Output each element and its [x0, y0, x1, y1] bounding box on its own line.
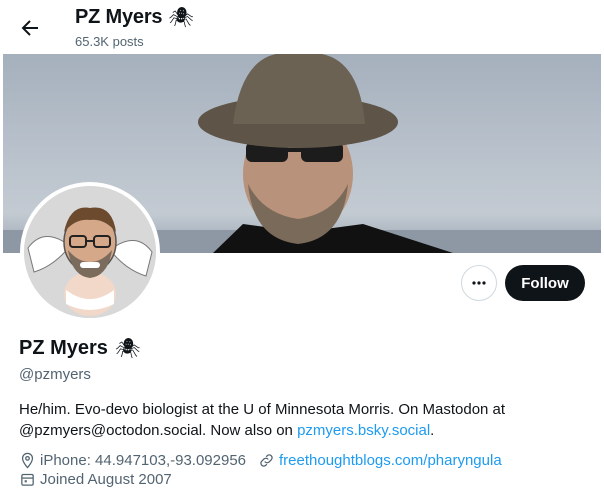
link-icon [260, 454, 273, 467]
profile-meta-joined: Joined August 2007 [19, 471, 172, 488]
spider-icon: 🕷 [168, 6, 194, 29]
more-button[interactable] [461, 265, 497, 301]
header-title: PZ Myers [75, 6, 163, 28]
avatar-image [24, 186, 156, 318]
profile-bio: He/him. Evo-devo biologist at the U of M… [19, 399, 589, 441]
location-item: iPhone: 44.947103,-93.092956 [19, 452, 246, 469]
calendar-icon [21, 473, 34, 486]
back-arrow-icon[interactable] [18, 16, 42, 40]
follow-button[interactable]: Follow [505, 265, 585, 301]
post-count: 65.3K posts [75, 34, 144, 49]
bio-link[interactable]: pzmyers.bsky.social [297, 422, 430, 439]
profile-name: PZ Myers [19, 337, 108, 359]
location-text: iPhone: 44.947103,-93.092956 [40, 452, 247, 469]
profile-handle: @pzmyers [19, 366, 91, 383]
avatar[interactable] [20, 182, 160, 322]
profile-meta: iPhone: 44.947103,-93.092956 freethought… [19, 452, 502, 469]
profile-header: PZ Myers 🕷 65.3K posts [0, 0, 604, 53]
website-item[interactable]: freethoughtblogs.com/pharyngula [258, 452, 502, 469]
more-icon [472, 281, 486, 285]
website-link[interactable]: freethoughtblogs.com/pharyngula [279, 452, 502, 469]
location-icon [21, 452, 34, 469]
bio-end: . [430, 422, 435, 439]
joined-text: Joined August 2007 [40, 471, 172, 488]
spider-icon: 🕷 [114, 337, 141, 360]
joined-item: Joined August 2007 [19, 471, 172, 488]
